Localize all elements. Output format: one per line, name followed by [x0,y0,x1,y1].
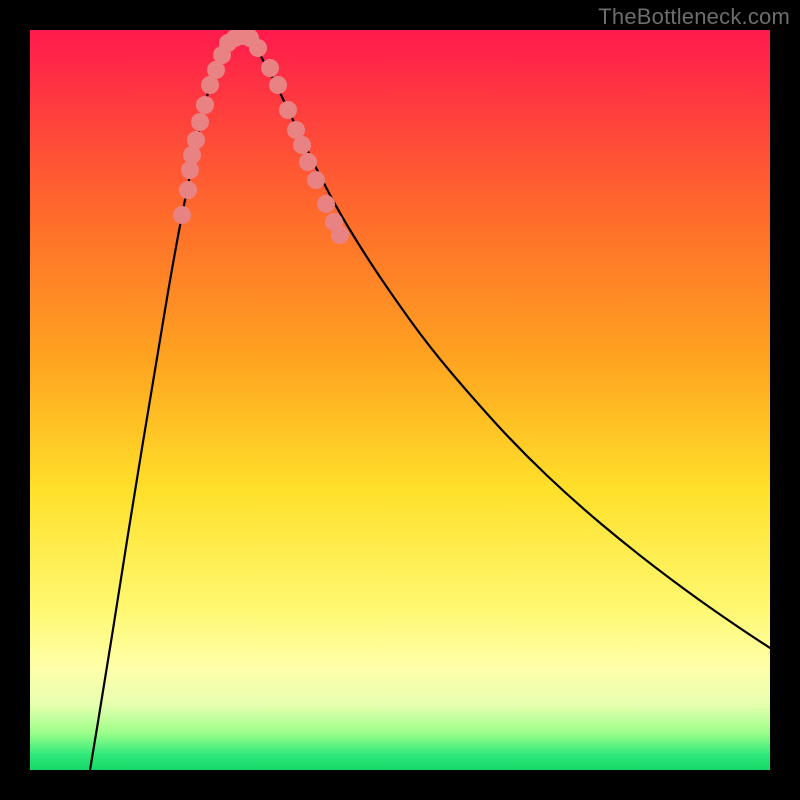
curve-marker [279,101,297,119]
curve-marker [187,131,205,149]
curve-marker [269,76,287,94]
curve-marker [307,171,325,189]
curve-marker [196,96,214,114]
curve-marker [317,195,335,213]
curve-svg [30,30,770,770]
curve-marker [173,206,191,224]
plot-area [30,30,770,770]
curve-marker [299,153,317,171]
watermark-text: TheBottleneck.com [598,4,790,30]
curve-marker [261,59,279,77]
curve-marker [179,181,197,199]
chart-frame: TheBottleneck.com [0,0,800,800]
curve-marker [249,39,267,57]
curve-marker [293,136,311,154]
curve-marker [191,113,209,131]
curve-markers [173,30,349,244]
curve-marker [331,226,349,244]
